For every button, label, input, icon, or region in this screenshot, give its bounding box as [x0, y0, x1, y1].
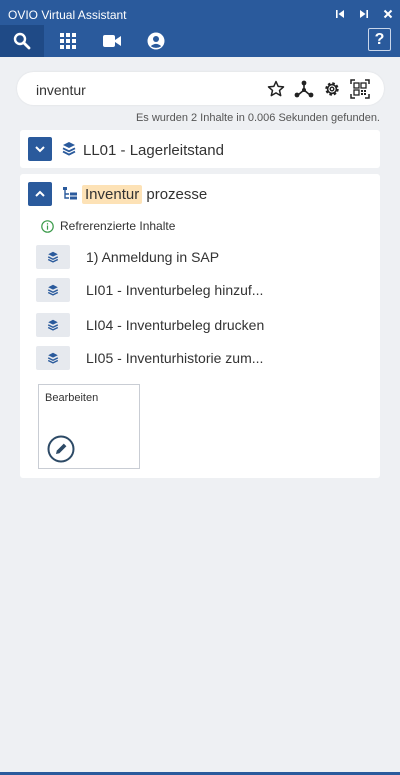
- grid-tab-button[interactable]: [46, 25, 90, 57]
- last-icon[interactable]: [358, 8, 370, 20]
- list-item[interactable]: LI01 - Inventurbeleg hinzuf...: [36, 278, 263, 302]
- qr-code-icon[interactable]: [350, 79, 370, 99]
- app-header: OVIO Virtual Assistant ?: [0, 0, 400, 57]
- pencil-icon: [47, 435, 75, 463]
- layers-icon: [47, 251, 59, 263]
- info-icon: [41, 219, 54, 233]
- result-title[interactable]: LL01 - Lagerleitstand: [83, 142, 224, 159]
- expand-button[interactable]: [28, 137, 52, 161]
- user-icon: [147, 32, 165, 50]
- item-button[interactable]: [36, 278, 70, 302]
- network-icon[interactable]: [294, 79, 314, 99]
- item-label: 1) Anmeldung in SAP: [86, 249, 220, 265]
- gear-icon[interactable]: [322, 79, 342, 99]
- hierarchy-icon: [63, 187, 77, 200]
- layers-icon: [47, 352, 59, 364]
- list-item[interactable]: 1) Anmeldung in SAP: [36, 245, 219, 269]
- search-highlight: Inventur: [82, 185, 143, 204]
- item-label: LI04 - Inventurbeleg drucken: [86, 317, 265, 333]
- result-title-rest: prozesse: [142, 186, 208, 203]
- search-tab-button[interactable]: [0, 25, 44, 57]
- search-icon: [13, 32, 31, 50]
- chevron-up-icon: [35, 190, 45, 197]
- grid-icon: [60, 33, 76, 49]
- referenced-content-header: Refrerenzierte Inhalte: [41, 219, 175, 233]
- video-icon: [103, 35, 121, 47]
- item-button[interactable]: [36, 346, 70, 370]
- chevron-down-icon: [35, 146, 45, 153]
- referenced-content-label: Refrerenzierte Inhalte: [60, 219, 176, 233]
- list-item[interactable]: LI04 - Inventurbeleg drucken: [36, 313, 264, 337]
- edit-label: Bearbeiten: [45, 392, 99, 404]
- result-info: Es wurden 2 Inhalte in 0.006 Sekunden ge…: [135, 112, 380, 124]
- item-button[interactable]: [36, 313, 70, 337]
- app-title: OVIO Virtual Assistant: [8, 8, 127, 22]
- toolbar: ?: [0, 25, 400, 57]
- close-icon[interactable]: [382, 8, 394, 20]
- first-icon[interactable]: [334, 8, 346, 20]
- user-tab-button[interactable]: [134, 25, 178, 57]
- list-item[interactable]: LI05 - Inventurhistorie zum...: [36, 346, 263, 370]
- result-card: Inventur prozesse Refrerenzierte Inhalte…: [20, 174, 380, 478]
- layers-icon: [47, 319, 59, 331]
- window-controls: [334, 8, 394, 20]
- help-button[interactable]: ?: [368, 28, 391, 51]
- result-title[interactable]: Inventur prozesse: [82, 185, 208, 204]
- layers-icon: [62, 142, 76, 156]
- item-button[interactable]: [36, 245, 70, 269]
- item-label: LI05 - Inventurhistorie zum...: [86, 350, 264, 366]
- search-actions: [266, 79, 370, 99]
- search-input[interactable]: inventur: [36, 82, 86, 98]
- star-icon[interactable]: [266, 79, 286, 99]
- collapse-button[interactable]: [28, 182, 52, 206]
- video-tab-button[interactable]: [90, 25, 134, 57]
- search-bar: inventur: [17, 72, 384, 105]
- result-card: LL01 - Lagerleitstand: [20, 130, 380, 168]
- item-label: LI01 - Inventurbeleg hinzuf...: [86, 282, 264, 298]
- edit-tile[interactable]: Bearbeiten: [38, 384, 140, 469]
- layers-icon: [47, 284, 59, 296]
